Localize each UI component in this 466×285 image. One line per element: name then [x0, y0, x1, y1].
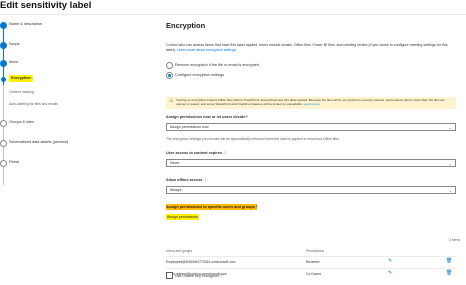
step-label: Scope: [9, 42, 20, 46]
step-encryption[interactable]: Encryption: [0, 75, 150, 85]
learn-more-encryption-link[interactable]: Learn more about encryption settings: [177, 48, 236, 52]
assign-now-dropdown[interactable]: Assign permissions now ⌄: [166, 123, 456, 131]
step-label: Auto-labeling for files and emails: [9, 102, 59, 106]
step-scope[interactable]: Scope: [0, 41, 150, 51]
step-pending-dot: [0, 160, 7, 167]
step-name-description[interactable]: Name & description: [0, 21, 150, 31]
encryption-panel: Encryption Control who can access items …: [158, 15, 466, 285]
radio-remove-encryption[interactable]: Remove encryption if the file or email i…: [166, 62, 426, 70]
section-heading: Encryption: [166, 21, 206, 30]
table-header: Users and groups Permissions: [166, 249, 456, 255]
step-schematized-data[interactable]: Schematized data assets (preview): [0, 139, 150, 149]
info-icon[interactable]: ⓘ: [220, 273, 224, 278]
step-pending-dot: [0, 120, 7, 127]
info-icon[interactable]: ⓘ: [223, 150, 227, 155]
step-label: Items: [9, 60, 19, 64]
step-content-marking[interactable]: Content marking: [0, 89, 150, 99]
step-label: Finish: [9, 160, 20, 164]
offline-access-label: Allow offline access ⓘ: [166, 177, 207, 183]
edit-icon[interactable]: ✎: [388, 270, 392, 276]
assign-specific-label: Assign permissions to specific users and…: [166, 204, 258, 210]
page-title: Edit sensitivity label: [0, 0, 92, 11]
step-pending-dot: [0, 140, 7, 147]
assign-now-label: Assign permissions now or let users deci…: [166, 115, 248, 119]
checkbox-box[interactable]: [166, 272, 173, 279]
assign-permissions-link[interactable]: Assign permissions: [166, 214, 199, 220]
offline-access-dropdown[interactable]: Always ⌄: [166, 186, 456, 194]
radio-configure-encryption[interactable]: Configure encryption settings: [166, 72, 426, 80]
content-expires-label: User access to content expires ⓘ: [166, 150, 227, 156]
step-label: Content marking: [9, 90, 34, 94]
dropdown-value: Assign permissions now: [170, 125, 209, 129]
dropdown-value: Always: [170, 188, 182, 192]
assign-now-hint: The encryption settings you choose will …: [166, 137, 340, 141]
step-groups-sites[interactable]: Groups & sites: [0, 119, 150, 129]
column-users-header: Users and groups: [166, 249, 193, 253]
content-expires-dropdown[interactable]: Never ⌄: [166, 159, 456, 167]
radio-circle[interactable]: [166, 62, 173, 69]
radio-label: Configure encryption settings: [175, 73, 225, 77]
content-expires-text: User access to content expires: [166, 151, 222, 155]
step-complete-dot: [0, 22, 7, 29]
step-finish[interactable]: Finish: [0, 159, 150, 169]
dropdown-value: Never: [170, 161, 180, 165]
step-complete-dot: [0, 42, 7, 49]
offline-access-text: Allow offline access: [166, 178, 203, 182]
step-label: Groups & sites: [9, 120, 34, 124]
chevron-down-icon: ⌄: [448, 161, 452, 166]
step-auto-labeling[interactable]: Auto-labeling for files and emails: [0, 101, 150, 111]
checkbox-text: Use Double Key Encryption: [175, 274, 219, 278]
step-label: Name & description: [9, 22, 43, 26]
table-row: Employees@M365x63770323.onmicrosoft.com …: [166, 256, 456, 267]
delete-icon[interactable]: 🗑: [446, 270, 452, 276]
chevron-down-icon: ⌄: [448, 125, 452, 130]
double-key-encryption-checkbox[interactable]: Use Double Key Encryption ⓘ: [166, 272, 366, 280]
edit-icon[interactable]: ✎: [388, 258, 392, 264]
row-user: Employees@M365x63770323.onmicrosoft.com: [166, 260, 236, 264]
wizard-stepper: Name & description Scope Items Encryptio…: [0, 15, 152, 285]
warning-icon: ⚠: [169, 98, 174, 104]
step-items[interactable]: Items: [0, 59, 150, 69]
step-complete-dot: [0, 60, 7, 67]
encryption-warning-banner: ⚠ Turning on encryption impacts Office f…: [166, 97, 456, 109]
radio-circle-selected[interactable]: [166, 72, 173, 79]
warning-learn-more-link[interactable]: Learn more: [304, 102, 320, 106]
delete-icon[interactable]: 🗑: [446, 258, 452, 264]
checkbox-label: Use Double Key Encryption ⓘ: [175, 272, 224, 280]
row-permission: Reviewer: [306, 260, 320, 264]
encryption-description: Control who can access items that have t…: [166, 43, 456, 53]
info-icon[interactable]: ⓘ: [203, 177, 207, 182]
step-label: Schematized data assets (preview): [9, 140, 69, 144]
radio-label: Remove encryption if the file or email i…: [175, 63, 259, 67]
items-count: 2 items: [449, 238, 460, 242]
step-current-dot: [1, 77, 6, 82]
chevron-down-icon: ⌄: [448, 188, 452, 193]
step-label: Encryption: [9, 75, 33, 82]
column-permissions-header: Permissions: [306, 249, 324, 253]
